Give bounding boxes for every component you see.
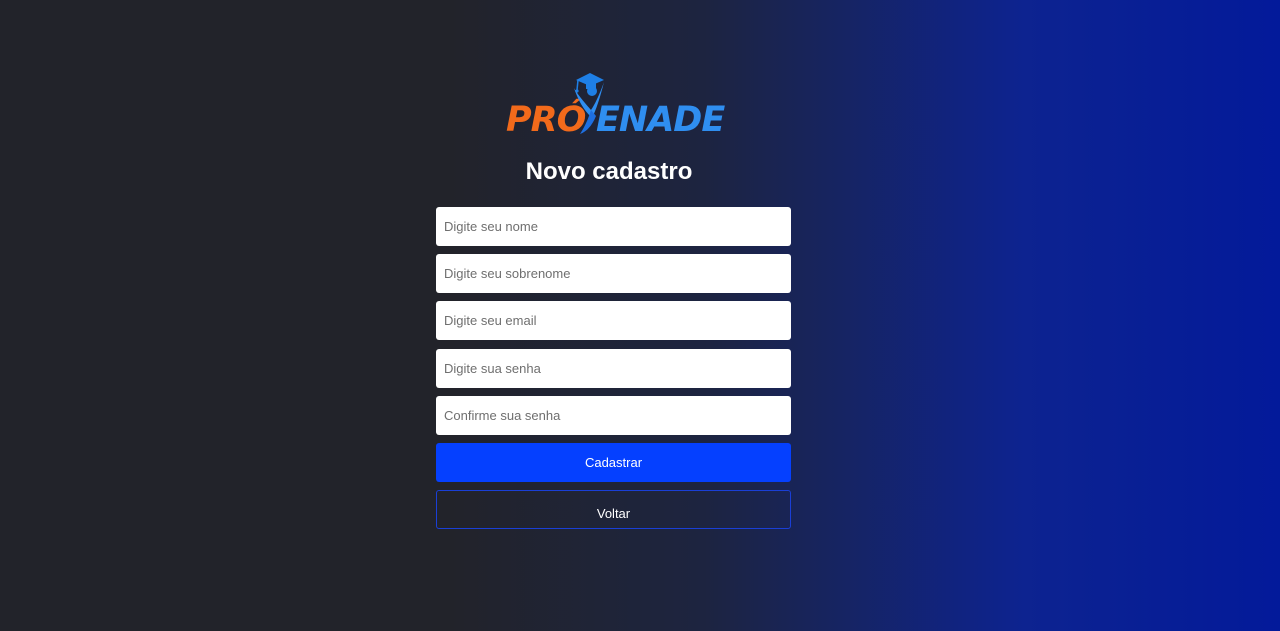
email-field[interactable] [436, 301, 791, 340]
page-title: Novo cadastro [525, 158, 693, 185]
logo: PRÓ ENADE [504, 70, 725, 140]
surname-field[interactable] [436, 254, 791, 293]
back-button[interactable]: Voltar [436, 490, 791, 529]
register-button[interactable]: Cadastrar [436, 443, 791, 482]
password-field[interactable] [436, 349, 791, 388]
logo-text-enade: ENADE [596, 100, 725, 140]
name-field[interactable] [436, 207, 791, 246]
confirm-password-field[interactable] [436, 396, 791, 435]
